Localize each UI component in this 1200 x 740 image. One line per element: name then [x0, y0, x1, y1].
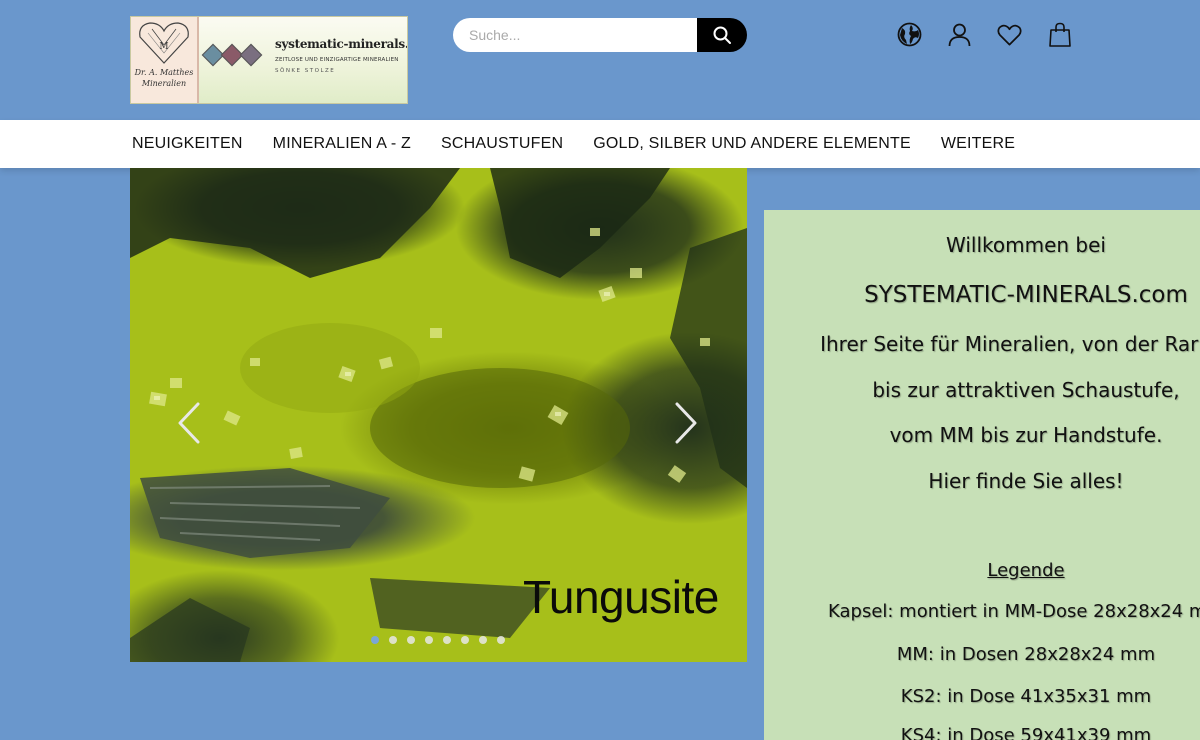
legend-item: KS2: in Dose 41x35x31 mm — [900, 686, 1152, 707]
account-button[interactable] — [947, 22, 972, 47]
chevron-right-icon — [675, 402, 697, 444]
welcome-text-line: bis zur attraktiven Schaustufe, — [872, 378, 1180, 402]
wishlist-button[interactable] — [997, 22, 1022, 47]
heart-icon — [997, 24, 1022, 45]
image-slider[interactable]: Tungusite — [130, 168, 747, 662]
legend-item: MM: in Dosen 28x28x24 mm — [896, 644, 1156, 665]
cart-button[interactable] — [1047, 22, 1072, 47]
slider-dot[interactable] — [389, 636, 397, 644]
slider-prev-button[interactable] — [174, 400, 204, 446]
slider-dot[interactable] — [461, 636, 469, 644]
search-bar — [453, 18, 747, 52]
logo-title: systematic-minerals.com — [275, 37, 408, 51]
slider-dot[interactable] — [371, 636, 379, 644]
chevron-left-icon — [178, 402, 200, 444]
heart-monogram-icon: M — [139, 22, 189, 64]
slider-dot[interactable] — [497, 636, 505, 644]
logo-signature-line2: Mineralien — [141, 79, 187, 88]
bag-icon — [1048, 22, 1071, 47]
slider-dots — [371, 636, 505, 644]
search-input[interactable] — [453, 18, 697, 52]
legend-item: KS4: in Dose 59x41x39 mm — [900, 725, 1152, 740]
logo-monogram-letter: M — [159, 42, 168, 52]
nav-item-weitere[interactable]: WEITERE — [941, 135, 1015, 153]
logo-signature-line1: Dr. A. Matthes — [134, 68, 194, 77]
main-navigation: NEUIGKEITEN MINERALIEN A - Z SCHAUSTUFEN… — [0, 120, 1200, 168]
logo-monogram: M Dr. A. Matthes Mineralien — [131, 17, 199, 103]
site-logo[interactable]: M Dr. A. Matthes Mineralien systematic-m… — [130, 16, 408, 104]
slider-dot[interactable] — [425, 636, 433, 644]
slider-dot[interactable] — [407, 636, 415, 644]
logo-subtitle: ZEITLOSE UND EINZIGARTIGE MINERALIEN — [275, 57, 399, 63]
legend-item: Kapsel: montiert in MM-Dose 28x28x24 mm — [828, 601, 1200, 622]
nav-item-mineralien-a-z[interactable]: MINERALIEN A - Z — [273, 135, 411, 153]
nav-item-gold-silber-elemente[interactable]: GOLD, SILBER UND ANDERE ELEMENTE — [593, 135, 911, 153]
nav-item-schaustufen[interactable]: SCHAUSTUFEN — [441, 135, 563, 153]
logo-gems — [201, 43, 263, 67]
welcome-heading: Willkommen bei — [946, 233, 1106, 257]
gem-icon — [239, 43, 263, 67]
search-icon — [713, 26, 731, 44]
user-icon — [948, 23, 971, 47]
search-button[interactable] — [697, 18, 747, 52]
language-button[interactable] — [897, 22, 922, 47]
logo-wordmark: systematic-minerals.com ZEITLOSE UND EIN… — [199, 17, 407, 103]
legend-title: Legende — [987, 560, 1065, 581]
logo-owner: SÖNKE STOLZE — [275, 68, 336, 74]
welcome-text-line: Hier finde Sie alles! — [928, 469, 1124, 493]
logo-signature: Dr. A. Matthes Mineralien — [135, 67, 194, 89]
welcome-text-line: Ihrer Seite für Mineralien, von der Rari… — [820, 332, 1200, 356]
welcome-site-name: SYSTEMATIC-MINERALS.com — [864, 282, 1188, 308]
nav-item-neuigkeiten[interactable]: NEUIGKEITEN — [132, 135, 243, 153]
header-actions — [897, 22, 1072, 47]
slide-caption: Tungusite — [523, 571, 719, 623]
globe-icon — [897, 22, 922, 47]
welcome-text-line: vom MM bis zur Handstufe. — [889, 423, 1163, 447]
slider-next-button[interactable] — [671, 400, 701, 446]
slider-dot[interactable] — [479, 636, 487, 644]
slider-dot[interactable] — [443, 636, 451, 644]
welcome-panel: Willkommen bei SYSTEMATIC-MINERALS.com I… — [764, 210, 1200, 740]
